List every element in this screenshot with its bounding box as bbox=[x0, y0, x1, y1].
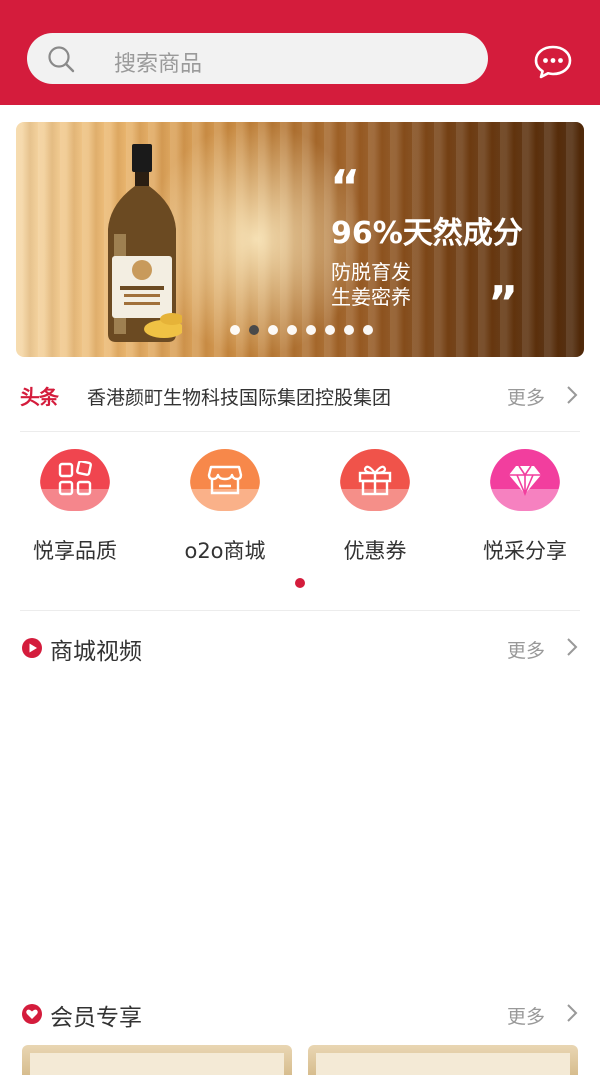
search-bar[interactable]: 搜索商品 bbox=[27, 33, 488, 84]
search-icon bbox=[48, 46, 75, 73]
category-icon-bg bbox=[40, 449, 110, 521]
category-icon-bg bbox=[340, 449, 410, 521]
chevron-right-icon[interactable] bbox=[566, 385, 578, 405]
banner-quote-open: “ bbox=[330, 160, 361, 214]
banner-quote-close: ” bbox=[488, 276, 519, 330]
category-item-quality[interactable]: 悦享品质 bbox=[0, 449, 150, 565]
category-label: o2o商城 bbox=[184, 539, 266, 563]
divider bbox=[20, 431, 580, 432]
category-item-share[interactable]: 悦采分享 bbox=[450, 449, 600, 565]
banner-dot[interactable] bbox=[325, 325, 335, 335]
headline-text[interactable]: 香港颜町生物科技国际集团控股集团 bbox=[87, 383, 391, 410]
banner-dot[interactable] bbox=[344, 325, 354, 335]
video-section-title: 商城视频 bbox=[50, 639, 142, 665]
category-icon-bg bbox=[190, 449, 260, 521]
shampoo-bottle-image bbox=[108, 144, 182, 342]
chevron-right-icon[interactable] bbox=[566, 1003, 578, 1023]
category-label: 悦采分享 bbox=[483, 539, 567, 563]
top-header: 搜索商品 bbox=[0, 0, 600, 105]
member-section-header: 会员专享 更多 bbox=[20, 996, 580, 1036]
category-item-o2o[interactable]: o2o商城 bbox=[150, 449, 300, 565]
category-page-indicator bbox=[295, 578, 305, 588]
category-label: 悦享品质 bbox=[33, 539, 117, 563]
banner-headline: 96%天然成分 bbox=[331, 216, 523, 251]
banner-pagination bbox=[230, 325, 373, 335]
member-product-card[interactable] bbox=[308, 1045, 578, 1075]
category-grid: 悦享品质 o2o商城 优惠券 悦采分享 bbox=[0, 449, 600, 569]
headline-tag: 头条 bbox=[20, 385, 59, 409]
gift-icon bbox=[358, 465, 392, 496]
headline-news-row[interactable]: 头条 香港颜町生物科技国际集团控股集团 更多 bbox=[20, 375, 580, 417]
member-section-title: 会员专享 bbox=[50, 1005, 142, 1031]
category-icon-bg bbox=[490, 449, 560, 521]
diamond-icon bbox=[509, 465, 541, 497]
banner-subtitle-2: 生姜密养 bbox=[331, 285, 411, 309]
divider bbox=[20, 610, 580, 611]
banner-dot[interactable] bbox=[287, 325, 297, 335]
banner-dot[interactable] bbox=[363, 325, 373, 335]
grid-icon bbox=[58, 461, 92, 496]
video-more-link[interactable]: 更多 bbox=[507, 636, 545, 663]
news-more-link[interactable]: 更多 bbox=[507, 383, 545, 410]
banner-dot[interactable] bbox=[306, 325, 316, 335]
banner-dot[interactable] bbox=[268, 325, 278, 335]
store-icon bbox=[207, 465, 243, 495]
chevron-right-icon[interactable] bbox=[566, 637, 578, 657]
member-product-card[interactable] bbox=[22, 1045, 292, 1075]
banner-dot[interactable] bbox=[249, 325, 259, 335]
message-icon[interactable] bbox=[533, 44, 573, 80]
banner-dot[interactable] bbox=[230, 325, 240, 335]
video-section-header: 商城视频 更多 bbox=[20, 630, 580, 670]
heart-icon bbox=[22, 1004, 42, 1024]
promo-banner[interactable]: “ 96%天然成分 防脱育发 生姜密养 ” bbox=[16, 122, 584, 357]
search-placeholder: 搜索商品 bbox=[114, 52, 203, 77]
member-more-link[interactable]: 更多 bbox=[507, 1002, 545, 1029]
category-label: 优惠券 bbox=[343, 539, 407, 563]
category-item-coupon[interactable]: 优惠券 bbox=[300, 449, 450, 565]
play-icon bbox=[22, 638, 42, 658]
